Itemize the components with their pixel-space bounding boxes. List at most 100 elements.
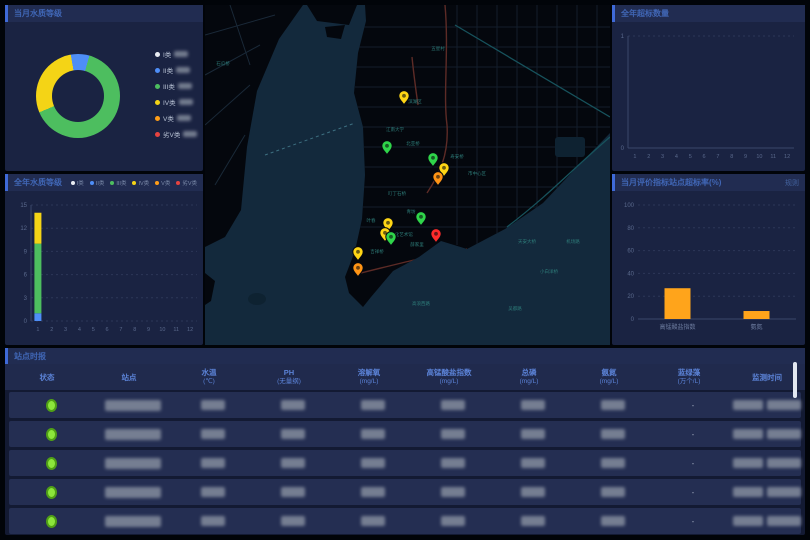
map-canvas[interactable]: 石瓜桥五星村滨湖区市中心区天安大桥机场路高浪西路吴都路小白洋桥江南大学北亚桥寿安… <box>205 5 610 345</box>
svg-text:1: 1 <box>36 327 39 333</box>
algae-cell: - <box>653 488 733 497</box>
time-cell <box>733 429 801 439</box>
column-header: 蓝绿藻(万个/L) <box>649 368 729 386</box>
svg-text:12: 12 <box>784 154 790 160</box>
table-row[interactable]: - <box>9 479 801 505</box>
city-map[interactable]: 石瓜桥五星村滨湖区市中心区天安大桥机场路高浪西路吴都路小白洋桥江南大学北亚桥寿安… <box>205 5 610 345</box>
value-cell <box>413 400 493 410</box>
svg-text:5: 5 <box>689 154 692 160</box>
legend-item[interactable]: II类 <box>155 65 197 75</box>
legend-dot <box>155 84 160 89</box>
svg-text:10: 10 <box>756 154 762 160</box>
table-title: 站点时报 <box>14 351 46 362</box>
legend-item[interactable]: 劣V类 <box>155 129 197 139</box>
table-row[interactable]: - <box>9 508 801 534</box>
exceed-rate-chart[interactable]: 020406080100高锰酸盐指数氨氮 <box>614 193 803 343</box>
value-cell <box>493 429 573 439</box>
rules-link[interactable]: 规则 <box>785 178 799 188</box>
year-exceed-chart[interactable]: 01123456789101112 <box>614 24 803 170</box>
legend-value-blurred <box>177 115 191 121</box>
map-lake <box>555 137 585 157</box>
table-row[interactable]: - <box>9 450 801 476</box>
svg-text:100: 100 <box>624 203 635 209</box>
legend-label: 劣V类 <box>163 129 180 139</box>
value-blurred <box>521 429 545 439</box>
legend-item[interactable]: III类 <box>155 81 197 91</box>
donut-legend: I类 II类 III类 IV类 V类劣V类 <box>155 49 197 139</box>
legend-item[interactable]: I类 <box>71 179 84 187</box>
value-blurred <box>521 516 545 526</box>
table-column-headers: 状态站点水温(℃)PH(无量纲)溶解氧(mg/L)高锰酸盐指数(mg/L)总磷(… <box>5 364 805 390</box>
value-blurred <box>361 516 385 526</box>
legend-item[interactable]: V类 <box>155 113 197 123</box>
time-blurred <box>767 516 801 526</box>
column-header: 状态 <box>5 373 89 382</box>
value-blurred <box>441 516 465 526</box>
month-quality-donut-chart[interactable] <box>36 54 120 138</box>
year-quality-chart[interactable]: 03691215123456789101112 <box>7 193 201 343</box>
svg-text:0: 0 <box>631 317 635 323</box>
algae-value: - <box>692 401 695 410</box>
legend-item[interactable]: 劣V类 <box>176 179 197 187</box>
table-row[interactable]: - <box>9 421 801 447</box>
value-blurred <box>441 487 465 497</box>
time-blurred <box>733 516 763 526</box>
value-cell <box>573 487 653 497</box>
svg-text:8: 8 <box>730 154 733 160</box>
table-scrollbar[interactable] <box>793 362 797 398</box>
value-blurred <box>521 400 545 410</box>
value-blurred <box>201 487 225 497</box>
svg-text:氨氮: 氨氮 <box>750 323 762 331</box>
legend-item[interactable]: IV类 <box>155 97 197 107</box>
rate-bar[interactable] <box>744 311 770 319</box>
svg-text:五星村: 五星村 <box>431 45 445 51</box>
legend-label: II类 <box>163 65 173 75</box>
algae-cell: - <box>653 401 733 410</box>
value-blurred <box>521 487 545 497</box>
value-blurred <box>601 400 625 410</box>
legend-item[interactable]: II类 <box>90 179 105 187</box>
svg-text:12: 12 <box>187 327 193 333</box>
value-cell <box>413 487 493 497</box>
svg-text:北亚桥: 北亚桥 <box>406 140 420 147</box>
status-dot-green <box>46 515 57 528</box>
svg-text:9: 9 <box>24 249 28 255</box>
legend-item[interactable]: III类 <box>110 179 126 187</box>
svg-text:4: 4 <box>675 154 678 160</box>
legend-label: V类 <box>163 113 174 123</box>
value-cell <box>573 458 653 468</box>
value-blurred <box>281 429 305 439</box>
svg-text:5: 5 <box>92 327 95 333</box>
panel-title: 当月评价指标站点超标率(%) <box>621 177 721 188</box>
legend-value-blurred <box>176 67 190 73</box>
svg-text:叶春: 叶春 <box>367 217 376 224</box>
value-blurred <box>361 429 385 439</box>
legend-item[interactable]: IV类 <box>132 179 149 187</box>
value-cell <box>493 458 573 468</box>
value-cell <box>173 429 253 439</box>
status-cell <box>9 515 93 528</box>
station-name-blurred <box>105 487 161 498</box>
station-name-blurred <box>105 516 161 527</box>
svg-text:60: 60 <box>627 249 634 255</box>
station-cell <box>93 429 173 440</box>
panel-title: 当月水质等级 <box>14 8 62 19</box>
panel-year-quality-header: 全年水质等级 I类 II类 III类 IV类 V类劣V类 <box>5 174 203 191</box>
value-cell <box>173 516 253 526</box>
rate-bar[interactable] <box>665 288 691 319</box>
time-blurred <box>767 458 801 468</box>
legend-item[interactable]: I类 <box>155 49 197 59</box>
time-blurred <box>767 429 801 439</box>
panel-year-exceed: 全年超标数量 01123456789101112 <box>612 5 805 171</box>
legend-item[interactable]: V类 <box>155 179 170 187</box>
panel-title: 全年水质等级 <box>14 177 62 188</box>
value-blurred <box>201 458 225 468</box>
value-blurred <box>441 400 465 410</box>
value-blurred <box>601 458 625 468</box>
station-cell <box>93 516 173 527</box>
table-row[interactable]: - <box>9 392 801 418</box>
value-blurred <box>281 516 305 526</box>
svg-text:11: 11 <box>770 154 776 160</box>
value-cell <box>413 458 493 468</box>
column-header: 总磷(mg/L) <box>489 368 569 386</box>
